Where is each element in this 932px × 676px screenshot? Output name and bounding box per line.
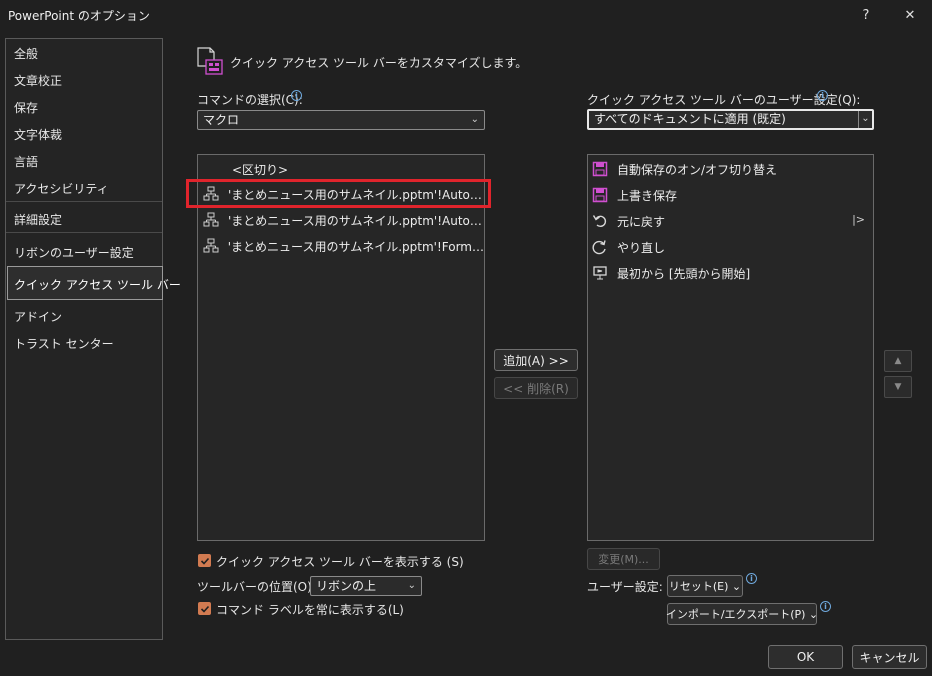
list-item-label: やり直し xyxy=(617,240,666,255)
info-icon[interactable]: i xyxy=(820,601,831,612)
list-item[interactable]: 上書き保存 xyxy=(588,183,873,207)
triangle-up-icon: ▲ xyxy=(894,356,902,366)
sidebar-divider xyxy=(6,232,162,233)
list-item-label: 元に戻す xyxy=(617,214,666,229)
check-icon xyxy=(200,557,209,565)
list-item[interactable]: 'まとめニュース用のサムネイル.pptm'!Auto… xyxy=(198,208,484,232)
help-button[interactable]: ? xyxy=(852,2,880,28)
choose-commands-value: マクロ xyxy=(203,113,240,127)
sidebar-divider xyxy=(6,201,162,202)
title-bar: PowerPoint のオプション ? ✕ xyxy=(0,0,932,30)
chevron-down-icon: ⌄ xyxy=(407,580,416,591)
list-item[interactable]: 元に戻す |> xyxy=(588,209,873,233)
window-title: PowerPoint のオプション xyxy=(8,9,150,23)
save-icon xyxy=(591,186,609,204)
sidebar-item-typography[interactable]: 文字体裁 xyxy=(14,126,62,143)
check-icon xyxy=(200,605,209,613)
sidebar-item-general[interactable]: 全般 xyxy=(14,45,38,62)
sidebar: 全般 文章校正 保存 文字体裁 言語 アクセシビリティ 詳細設定 リボンのユーザ… xyxy=(5,38,181,640)
sidebar-item-accessibility[interactable]: アクセシビリティ xyxy=(14,180,109,197)
sidebar-item-addins[interactable]: アドイン xyxy=(14,308,62,325)
sidebar-item-proofing[interactable]: 文章校正 xyxy=(14,72,62,89)
chevron-down-icon: ⌄ xyxy=(470,114,479,125)
page-heading: クイック アクセス ツール バーをカスタマイズします。 xyxy=(230,56,528,70)
move-down-button[interactable]: ▼ xyxy=(884,376,912,398)
list-item-label: 最初から [先頭から開始] xyxy=(617,266,751,281)
list-item[interactable]: <区切り> xyxy=(198,157,484,181)
sidebar-item-advanced[interactable]: 詳細設定 xyxy=(14,211,62,228)
show-qat-label: クイック アクセス ツール バーを表示する (S) xyxy=(216,555,464,569)
toolbar-position-dropdown[interactable]: リボンの上 ⌄ xyxy=(310,576,422,596)
cancel-button[interactable]: キャンセル xyxy=(852,645,927,669)
info-icon[interactable]: i xyxy=(817,90,828,101)
highlight-box xyxy=(186,179,491,208)
show-qat-checkbox[interactable] xyxy=(198,554,211,567)
qat-commands-list[interactable]: 自動保存のオン/オフ切り替え 上書き保存 元に戻す |> やり直し 最初から [… xyxy=(587,154,874,541)
macro-icon xyxy=(202,237,220,255)
list-item[interactable]: 最初から [先頭から開始] xyxy=(588,261,873,285)
list-item[interactable]: 'まとめニュース用のサムネイル.pptm'!Form… xyxy=(198,234,484,258)
ok-button[interactable]: OK xyxy=(768,645,843,669)
import-export-button[interactable]: インポート/エクスポート(P) ⌄ xyxy=(666,603,818,625)
add-button[interactable]: 追加(A) >> xyxy=(494,349,578,371)
redo-icon xyxy=(591,238,609,256)
chevron-down-icon: ⌄ xyxy=(858,111,872,128)
info-icon[interactable]: i xyxy=(291,90,302,101)
choose-commands-dropdown[interactable]: マクロ ⌄ xyxy=(197,110,485,130)
modify-button[interactable]: 変更(M)... xyxy=(587,548,660,570)
undo-icon xyxy=(591,212,609,230)
sidebar-item-quick-access-toolbar[interactable]: クイック アクセス ツール バー xyxy=(7,266,181,300)
move-up-button[interactable]: ▲ xyxy=(884,350,912,372)
list-item-label: 上書き保存 xyxy=(617,188,678,203)
available-commands-list[interactable]: <区切り> 'まとめニュース用のサムネイル.pptm'!Auto… 'まとめニュ… xyxy=(197,154,485,541)
show-labels-label: コマンド ラベルを常に表示する(L) xyxy=(216,603,404,617)
list-item[interactable]: やり直し xyxy=(588,235,873,259)
sidebar-item-language[interactable]: 言語 xyxy=(14,153,38,170)
customize-qat-value: すべてのドキュメントに適用 (既定) xyxy=(594,112,786,126)
close-icon: ✕ xyxy=(904,7,916,23)
list-item[interactable]: 自動保存のオン/オフ切り替え xyxy=(588,157,873,181)
sidebar-item-save[interactable]: 保存 xyxy=(14,99,38,116)
toolbar-position-value: リボンの上 xyxy=(316,579,377,593)
list-item-label: <区切り> xyxy=(232,162,289,177)
list-item-label: 'まとめニュース用のサムネイル.pptm'!Form… xyxy=(227,239,484,254)
remove-button[interactable]: << 削除(R) xyxy=(494,377,578,399)
separator-icon xyxy=(202,160,220,178)
help-icon: ? xyxy=(862,7,870,23)
list-item-label: 自動保存のオン/オフ切り替え xyxy=(617,162,778,177)
toolbar-position-label: ツールバーの位置(O) xyxy=(197,580,312,594)
customize-qat-dropdown[interactable]: すべてのドキュメントに適用 (既定) ⌄ xyxy=(587,109,874,130)
customizations-label: ユーザー設定: xyxy=(587,580,663,594)
show-labels-checkbox[interactable] xyxy=(198,602,211,615)
slideshow-icon xyxy=(591,264,609,282)
expand-arrow-icon[interactable]: |> xyxy=(852,213,865,226)
close-button[interactable]: ✕ xyxy=(896,2,924,28)
sidebar-item-label: クイック アクセス ツール バー xyxy=(14,278,181,292)
sidebar-item-customize-ribbon[interactable]: リボンのユーザー設定 xyxy=(14,244,134,261)
list-item-label: 'まとめニュース用のサムネイル.pptm'!Auto… xyxy=(228,213,482,228)
sidebar-item-trust-center[interactable]: トラスト センター xyxy=(14,335,114,352)
triangle-down-icon: ▼ xyxy=(894,382,902,392)
info-icon[interactable]: i xyxy=(746,573,757,584)
reset-button[interactable]: リセット(E) ⌄ xyxy=(667,575,743,597)
choose-commands-label: コマンドの選択(C): xyxy=(197,93,303,107)
qat-customize-icon xyxy=(196,46,224,76)
save-icon xyxy=(591,160,609,178)
macro-icon xyxy=(202,211,220,229)
